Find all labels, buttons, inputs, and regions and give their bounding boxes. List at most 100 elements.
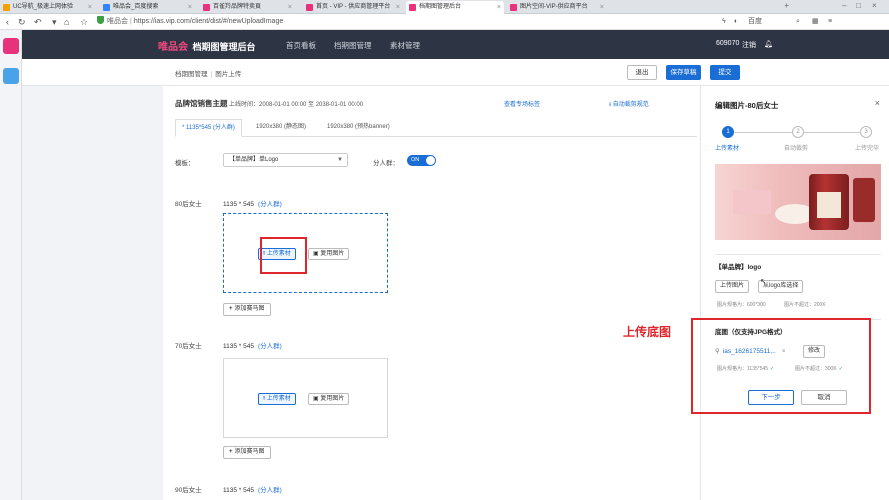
browser-tab[interactable]: UC导航_极速上网体验 × xyxy=(0,1,95,14)
tab-favicon-icon xyxy=(306,4,313,11)
bell-icon[interactable]: 🔔︎ xyxy=(764,40,773,48)
tab-close-icon[interactable]: × xyxy=(396,1,400,14)
breadcrumb-item: 图片上传 xyxy=(215,71,242,78)
extensions-icon[interactable]: ▦ xyxy=(812,16,819,28)
tab-1920x380-static[interactable]: 1920x380 (静态图) xyxy=(250,119,312,137)
page-title: 品牌馆销售主题 xyxy=(175,99,228,108)
refresh-icon[interactable]: ↻ xyxy=(18,16,26,28)
tab-close-icon[interactable]: × xyxy=(497,1,501,14)
sub-header: 档期图管理 | 图片上传 退出 保存草稿 提交 xyxy=(22,59,889,86)
step-3: 3 xyxy=(860,126,872,138)
product-can-image xyxy=(809,174,849,230)
brand[interactable]: 唯品会 档期图管理后台 xyxy=(158,38,256,53)
breadcrumb-item[interactable]: 档期图管理 xyxy=(175,71,208,78)
lightning-icon[interactable]: ϟ xyxy=(722,16,726,28)
tab-close-icon[interactable]: × xyxy=(288,1,292,14)
plus-icon: + xyxy=(229,306,233,312)
step-label: 上传素材 xyxy=(715,146,740,152)
browser-tab[interactable]: 图片空间-VIP-供应商平台 × xyxy=(507,1,607,14)
search-icon[interactable]: ⌕ xyxy=(796,16,800,28)
group-toggle[interactable]: ON xyxy=(407,155,436,166)
upload-image-button[interactable]: 上传图片 xyxy=(715,280,750,293)
browser-tab-active[interactable]: 档期图管理后台 × xyxy=(406,1,504,14)
browser-tab[interactable]: 首页 - VIP - 供应商管理平台 × xyxy=(303,1,403,14)
reuse-image-button[interactable]: ▣ 复用图片 xyxy=(308,248,350,260)
reuse-image-button[interactable]: ▣ 复用图片 xyxy=(308,393,350,405)
logo-size-note: 图片规格为：600*300 xyxy=(717,302,766,308)
logout-link[interactable]: 注销 xyxy=(742,40,756,50)
submit-button[interactable]: 提交 xyxy=(710,65,740,80)
highlight-box xyxy=(691,318,871,414)
upload-panel: 品牌馆销售主题 上线时间：2008-01-01 00:00 至 2038-01-… xyxy=(163,86,700,500)
nav-home[interactable]: 首页看板 xyxy=(286,40,316,51)
plus-icon: + xyxy=(229,449,233,455)
tab-close-icon[interactable]: × xyxy=(88,1,92,14)
search-engine-logo-icon: ◐ xyxy=(734,18,739,25)
section-size: 1135 * 545 (分人群) xyxy=(223,343,282,350)
chevron-down-icon: ▼ xyxy=(337,157,343,163)
annotation-callout: 上传底图 xyxy=(623,325,672,339)
auto-crop-link[interactable]: ⭳ 自动裁剪规范 xyxy=(609,99,649,110)
search-engine-name[interactable]: 百度 xyxy=(748,16,762,28)
tab-favicon-icon xyxy=(510,4,517,11)
maximize-icon[interactable]: □ xyxy=(856,1,861,10)
browser-tab[interactable]: 唯品会_百度搜索 × xyxy=(100,1,195,14)
minimize-icon[interactable]: – xyxy=(842,1,846,10)
step-1: 1 xyxy=(722,126,734,138)
add-carousel-button[interactable]: + 添加赛马图 xyxy=(223,446,271,459)
logo-section-title: 【单品牌】logo xyxy=(715,264,762,271)
step-label: 自动裁剪 xyxy=(784,146,809,152)
edit-panel-title: 编辑图片-80后女士 xyxy=(715,101,779,110)
tab-close-icon[interactable]: × xyxy=(188,1,192,14)
back-icon[interactable]: ‹ xyxy=(6,16,9,28)
nav-schedule-images[interactable]: 档期图管理 xyxy=(334,40,372,51)
upload-dropzone[interactable]: ⭱ 上传素材 ▣ 复用图片 xyxy=(223,358,388,438)
address-bar: ‹ ↻ ↶ ▾ ⌂ ☆ 唯品会 | https://ias.vip.com/clie… xyxy=(0,14,889,30)
browser-sidebar xyxy=(0,30,22,500)
save-draft-button[interactable]: 保存草稿 xyxy=(666,65,701,80)
group-label: 分人群： xyxy=(373,160,399,167)
nav-materials[interactable]: 素材管理 xyxy=(390,40,420,51)
tab-close-icon[interactable]: × xyxy=(600,1,604,14)
tab-favicon-icon xyxy=(203,4,210,11)
dropdown-icon[interactable]: ▾ xyxy=(52,16,57,28)
tab-1920x380-preheat[interactable]: 1920x380 (预热banner) xyxy=(321,119,396,137)
section-size: 1135 * 545 (分人群) xyxy=(223,487,282,494)
logo-limit-note: 图片不超过：200K xyxy=(784,302,826,308)
breadcrumb: 档期图管理 | 图片上传 xyxy=(175,71,242,78)
mouse-cursor-icon: ↖ xyxy=(760,277,767,286)
size-tabs: * 1135*545 (分人群) 1920x380 (静态图) 1920x380… xyxy=(175,119,697,137)
exit-button[interactable]: 退出 xyxy=(627,65,657,80)
template-select[interactable]: 【单品牌】单Logo ▼ xyxy=(223,153,348,167)
user-id: 609070 xyxy=(716,40,740,47)
upload-material-button[interactable]: ⭱ 上传素材 xyxy=(258,393,296,405)
view-topic-link[interactable]: 查看专场标签 xyxy=(504,99,540,108)
bulb-icon[interactable] xyxy=(3,68,19,84)
undo-icon[interactable]: ↶ xyxy=(34,16,42,28)
app-shortcut-icon[interactable] xyxy=(3,38,19,54)
home-icon[interactable]: ⌂ xyxy=(64,16,69,28)
online-time: 上线时间：2008-01-01 00:00 至 2038-01-01 00:00 xyxy=(229,102,364,108)
edit-image-panel: 编辑图片-80后女士 × 1 2 3 上传素材 自动裁剪 上传完毕 【单品牌】l… xyxy=(691,86,889,500)
tab-favicon-icon xyxy=(409,4,416,11)
tab-favicon-icon xyxy=(103,4,110,11)
star-icon[interactable]: ☆ xyxy=(80,16,88,28)
brand-logo: 唯品会 xyxy=(158,42,188,53)
add-carousel-button[interactable]: + 添加赛马图 xyxy=(223,303,271,316)
window-close-icon[interactable]: × xyxy=(872,1,877,10)
browser-tab-strip: UC导航_极速上网体验 × 唯品会_百度搜索 × 百雀羚品牌特卖頁 × 首页 -… xyxy=(0,0,889,14)
url-field[interactable]: 唯品会 | https://ias.vip.com/client/dist/#/ne… xyxy=(97,16,283,28)
tab-favicon-icon xyxy=(3,4,10,11)
section-label: 70后女士 xyxy=(175,343,202,350)
app-title: 档期图管理后台 xyxy=(192,42,256,52)
tab-1135x545[interactable]: * 1135*545 (分人群) xyxy=(175,119,242,137)
template-label: 模板： xyxy=(175,160,195,167)
step-label: 上传完毕 xyxy=(855,146,880,152)
main-area: 品牌馆销售主题 上线时间：2008-01-01 00:00 至 2038-01-… xyxy=(22,86,700,500)
highlight-box xyxy=(260,237,307,274)
menu-icon[interactable]: ≡ xyxy=(828,16,832,28)
close-icon[interactable]: × xyxy=(875,98,880,108)
new-tab-icon[interactable]: + xyxy=(784,1,789,10)
browser-tab[interactable]: 百雀羚品牌特卖頁 × xyxy=(200,1,295,14)
section-size: 1135 * 545 (分人群) xyxy=(223,201,282,208)
